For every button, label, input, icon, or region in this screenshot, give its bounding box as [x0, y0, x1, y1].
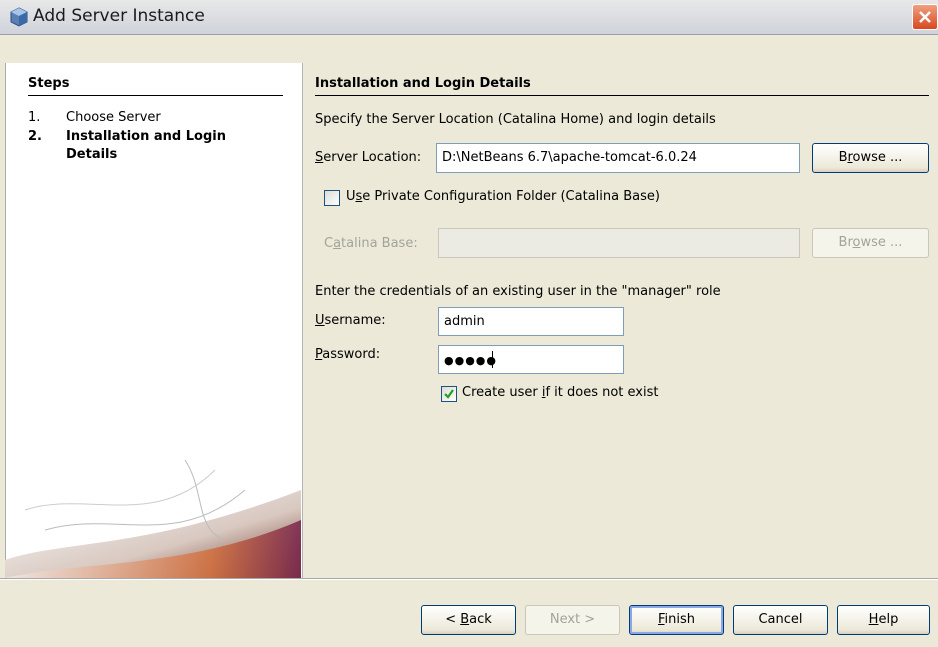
steps-divider — [28, 95, 283, 96]
create-user-label[interactable]: Create user if it does not exist — [462, 385, 658, 400]
browse-catalina-base-button[interactable]: Browse ... — [812, 228, 929, 258]
step-label: Choose Server — [66, 110, 161, 125]
checkmark-icon — [444, 389, 454, 399]
step-number: 2. — [28, 129, 42, 144]
section-heading: Installation and Login Details — [315, 76, 531, 91]
section-divider — [315, 95, 929, 96]
next-button[interactable]: Next > — [525, 605, 620, 635]
text-caret — [492, 351, 493, 368]
catalina-base-label: Catalina Base: — [324, 236, 418, 251]
decorative-swoosh-image — [5, 459, 301, 578]
intro-text: Specify the Server Location (Catalina Ho… — [315, 112, 716, 127]
private-config-label[interactable]: Use Private Configuration Folder (Catali… — [346, 189, 660, 204]
dialog-window: Add Server Instance Steps 1. Choose Serv… — [0, 0, 938, 647]
password-field[interactable]: ●●●●● — [438, 345, 624, 374]
username-field[interactable]: admin — [438, 307, 624, 336]
server-location-label: Server Location: — [315, 150, 422, 165]
catalina-base-field[interactable] — [438, 228, 800, 258]
browse-server-location-button[interactable]: Browse ... — [812, 143, 929, 173]
close-icon — [919, 11, 931, 23]
step-label-line2: Details — [66, 147, 118, 162]
username-label: Username: — [315, 313, 386, 328]
cancel-button[interactable]: Cancel — [733, 605, 828, 635]
step-number: 1. — [28, 110, 41, 125]
server-location-field[interactable]: D:\NetBeans 6.7\apache-tomcat-6.0.24 — [436, 143, 800, 173]
close-button[interactable] — [912, 4, 938, 30]
window-title: Add Server Instance — [33, 6, 205, 26]
finish-button[interactable]: Finish — [629, 605, 724, 635]
title-bar[interactable]: Add Server Instance — [0, 0, 938, 35]
netbeans-cube-icon — [9, 7, 29, 27]
step-label-line1: Installation and Login — [66, 129, 226, 144]
back-button[interactable]: < Back — [421, 605, 516, 635]
help-button[interactable]: Help — [837, 605, 930, 635]
create-user-checkbox[interactable] — [441, 386, 457, 402]
steps-heading: Steps — [28, 76, 70, 91]
password-label: Password: — [315, 347, 381, 362]
credentials-intro-text: Enter the credentials of an existing use… — [315, 284, 721, 299]
footer-divider-highlight — [0, 579, 938, 580]
private-config-checkbox[interactable] — [324, 190, 340, 206]
